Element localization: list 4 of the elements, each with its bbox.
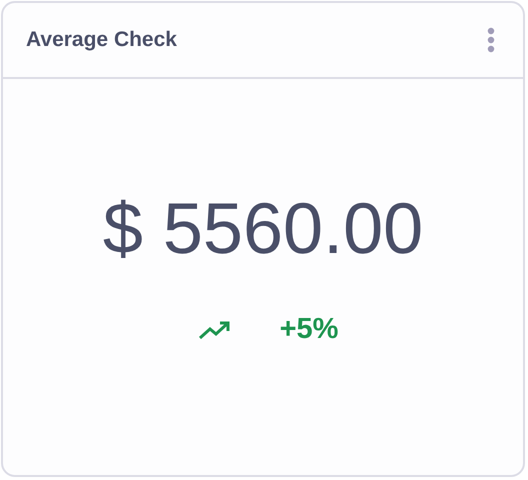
change-percent: +5% [280,313,338,346]
average-check-value: $ 5560.00 [102,193,424,265]
more-options-icon[interactable] [487,27,495,53]
card-title: Average Check [26,28,177,52]
